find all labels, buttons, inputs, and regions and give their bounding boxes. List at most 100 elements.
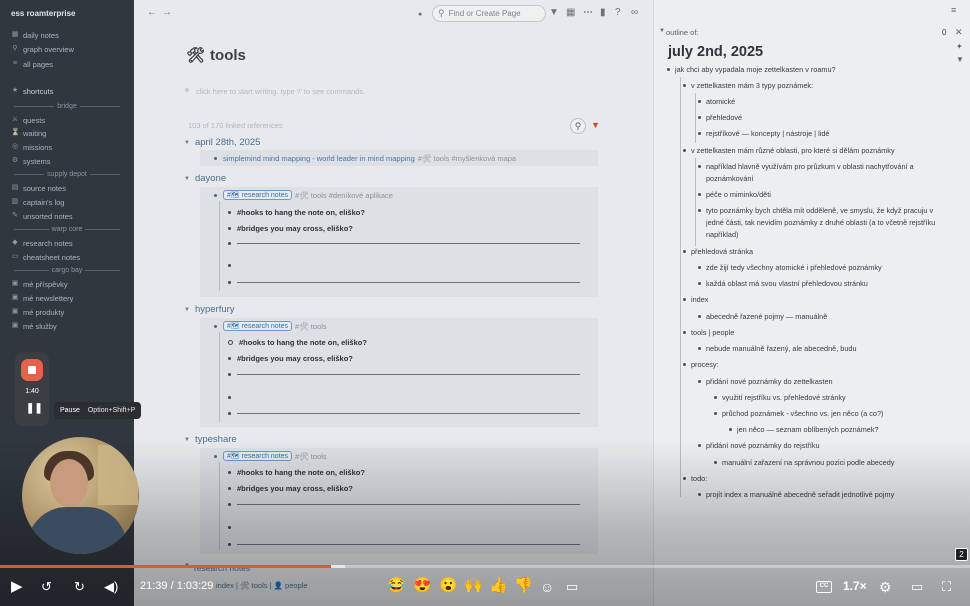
ref-row[interactable]: #🗺 research notes #🛠 tools: [214, 321, 327, 331]
child-block[interactable]: #bridges you may cross, eliško?: [228, 484, 353, 493]
caret-down-icon[interactable]: ▼: [659, 28, 665, 34]
reaction-thumbs-up-icon[interactable]: 👍: [489, 577, 508, 595]
fullscreen-icon[interactable]: ⛶: [942, 578, 951, 596]
find-or-create-search[interactable]: ⚲ Find or Create Page: [432, 5, 546, 22]
divider-block[interactable]: [228, 411, 580, 416]
outline-block[interactable]: přidání nové poznámky do rejstříku: [698, 440, 956, 452]
outline-block[interactable]: atomické: [698, 96, 956, 108]
linked-references-count[interactable]: 103 of 170 linked references: [188, 121, 283, 130]
filter-icon[interactable]: ▼: [591, 120, 600, 130]
ref-row[interactable]: #🗺 research notes #🛠 tools: [214, 451, 327, 461]
child-block[interactable]: #bridges you may cross, eliško?: [228, 354, 353, 363]
child-block[interactable]: #bridges you may cross, eliško?: [228, 224, 353, 233]
research-notes-tag[interactable]: #🗺 research notes: [223, 321, 293, 331]
shortcut-research-notes[interactable]: ◆ research notes: [11, 237, 72, 249]
ref-tags[interactable]: #🛠 tools: [295, 452, 327, 461]
outline-block[interactable]: manuální zařazení na správnou pozici pod…: [714, 457, 942, 469]
search-icon[interactable]: ⚲: [570, 118, 586, 134]
ref-breadcrumb[interactable]: index | 🛠 tools | 👤 people: [216, 581, 308, 590]
filter-icon[interactable]: ▼: [956, 55, 964, 64]
stop-recording-button[interactable]: [21, 359, 43, 381]
shortcut-missions[interactable]: ◎ missions: [11, 141, 52, 153]
outline-block[interactable]: průchod poznámek - všechno vs. jen něco …: [714, 408, 942, 420]
child-block[interactable]: #hooks to hang the note on, eliško?: [228, 338, 367, 347]
shortcut-me-newslettery[interactable]: ▣ mé newslettery: [11, 292, 74, 304]
child-block[interactable]: #hooks to hang the note on, eliško?: [228, 208, 365, 217]
ref-row[interactable]: #🗺 research notes #🛠 tools #deníkové apli…: [214, 190, 393, 200]
filter-icon[interactable]: ▼: [549, 7, 559, 19]
captions-button[interactable]: CC: [816, 581, 832, 593]
volume-icon[interactable]: ◀): [104, 578, 118, 596]
block-placeholder[interactable]: click here to start writing. type '/' to…: [196, 87, 365, 96]
shortcut-cheatsheet-notes[interactable]: ▭ cheatsheet notes: [11, 251, 80, 263]
ref-group-title[interactable]: ▼ typeshare: [184, 434, 237, 445]
forward-arrow-icon[interactable]: →: [162, 7, 172, 19]
outline-block[interactable]: jak chci aby vypadala moje zettelkasten …: [667, 64, 905, 76]
reaction-thumbs-down-icon[interactable]: 👎: [514, 577, 533, 595]
video-progress-bar[interactable]: [0, 565, 970, 568]
divider-block[interactable]: [228, 280, 580, 285]
add-reaction-icon[interactable]: ☺: [540, 578, 554, 596]
reaction-raised-hands-icon[interactable]: 🙌: [464, 577, 483, 595]
shortcut-source-notes[interactable]: ▤ source notes: [11, 182, 66, 194]
playback-speed[interactable]: 1.7×: [843, 579, 867, 593]
outline-block[interactable]: v zettelkasten mám 3 typy poznámek:: [683, 80, 941, 92]
outline-block[interactable]: tyto poznámky bych chtěla mít odděleně, …: [698, 205, 941, 241]
shortcut-quests[interactable]: ⚔ quests: [11, 114, 45, 126]
divider-block[interactable]: [228, 502, 580, 507]
divider-block[interactable]: [228, 372, 580, 377]
outline-block[interactable]: nebude manuálně řazený, ale abecedně, bu…: [698, 343, 956, 355]
outline-block[interactable]: zde žijí tedy všechny atomické i přehled…: [698, 262, 956, 274]
research-notes-tag[interactable]: #🗺 research notes: [223, 451, 293, 461]
outline-block[interactable]: projít index a manuálně abecedně seřadit…: [698, 489, 946, 501]
calendar-icon[interactable]: ▦: [566, 7, 575, 19]
shortcut-me-prispevky[interactable]: ▣ mé příspěvky: [11, 278, 68, 290]
research-notes-tag[interactable]: #🗺 research notes: [223, 190, 293, 200]
empty-block[interactable]: [228, 396, 231, 399]
ref-tags[interactable]: #🛠 tools: [295, 322, 327, 331]
outline-block[interactable]: tools | people: [683, 327, 941, 339]
play-icon[interactable]: ▶: [11, 578, 23, 596]
divider-block[interactable]: [228, 241, 580, 246]
outline-block[interactable]: využití rejstříku vs. přehledové stránky: [714, 392, 942, 404]
graph-name[interactable]: ess roamterprise: [11, 9, 75, 18]
panel-icon[interactable]: ▮: [600, 7, 606, 19]
ref-group-title[interactable]: ▼ april 28th, 2025: [184, 137, 260, 148]
settings-gear-icon[interactable]: ⚙: [879, 578, 892, 596]
outline-block[interactable]: přidání nové poznámky do zettelkasten: [698, 376, 956, 388]
reaction-laugh-icon[interactable]: 😂: [387, 577, 406, 595]
menu-icon[interactable]: ≡: [951, 5, 956, 15]
outline-block[interactable]: rejstříkové — koncepty | nástroje | lidé: [698, 128, 956, 140]
nav-graph-overview[interactable]: ⚲ graph overview: [11, 43, 73, 55]
pause-icon[interactable]: ❚❚: [26, 403, 43, 415]
comment-icon[interactable]: ▭: [566, 578, 578, 596]
outline-block[interactable]: péče o miminko/děti: [698, 189, 956, 201]
shortcut-me-sluzby[interactable]: ▣ mé služby: [11, 320, 57, 332]
outline-block[interactable]: procesy:: [683, 359, 941, 371]
outline-block[interactable]: přehledová stránka: [683, 246, 941, 258]
ref-group-title[interactable]: ▼ hyperfury: [184, 304, 235, 315]
nav-all-pages[interactable]: ≡ all pages: [11, 58, 53, 70]
more-icon[interactable]: ⋯: [583, 7, 593, 19]
page-link[interactable]: simplemind mind mapping - world leader i…: [223, 154, 415, 163]
shortcut-waiting[interactable]: ⌛ waiting: [11, 127, 46, 139]
outline-block[interactable]: každá oblast má svou vlastní přehledovou…: [698, 278, 956, 290]
divider-block[interactable]: [228, 542, 580, 547]
shortcut-systems[interactable]: ⚙ systems: [11, 155, 51, 167]
outline-block[interactable]: todo:: [683, 473, 941, 485]
outline-block[interactable]: index: [683, 294, 941, 306]
shortcut-unsorted-notes[interactable]: ✎ unsorted notes: [11, 210, 73, 222]
help-icon[interactable]: ?: [615, 7, 621, 19]
pin-icon[interactable]: ✦: [956, 42, 963, 51]
bullet[interactable]: [185, 88, 189, 92]
page-title[interactable]: 🛠 tools: [186, 46, 246, 65]
outline-block[interactable]: v zettelkasten mám různé oblasti, pro kt…: [683, 145, 941, 157]
outline-page-title[interactable]: july 2nd, 2025: [668, 44, 763, 60]
empty-block[interactable]: [228, 264, 231, 267]
ref-group-title[interactable]: ▼ dayone: [184, 173, 226, 184]
ref-row[interactable]: simplemind mind mapping - world leader i…: [214, 154, 516, 163]
empty-block[interactable]: [228, 526, 231, 529]
child-block[interactable]: #hooks to hang the note on, eliško?: [228, 468, 365, 477]
close-icon[interactable]: ✕: [955, 27, 963, 38]
ref-tags[interactable]: #🛠 tools #myšlenková mapa: [418, 154, 516, 163]
